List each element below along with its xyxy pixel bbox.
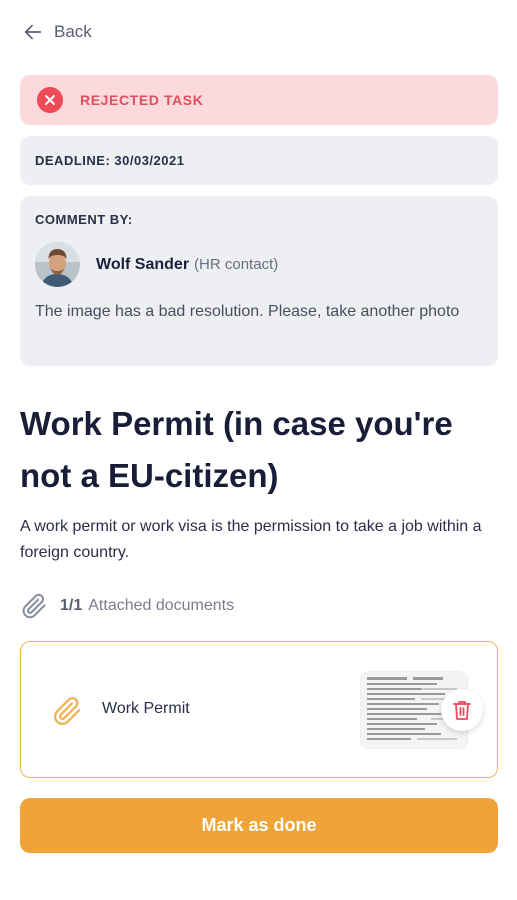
paperclip-icon bbox=[53, 697, 81, 725]
back-button[interactable]: Back bbox=[22, 18, 92, 46]
delete-document-button[interactable] bbox=[441, 689, 483, 731]
page-title: Work Permit (in case you're not a EU-cit… bbox=[20, 405, 453, 494]
rejected-status-banner: REJECTED TASK bbox=[20, 75, 498, 125]
author-role: (HR contact) bbox=[194, 256, 279, 273]
back-label: Back bbox=[54, 22, 92, 41]
attached-count: 1/1 bbox=[60, 597, 83, 614]
mark-as-done-button[interactable]: Mark as done bbox=[20, 798, 498, 853]
avatar bbox=[35, 242, 80, 287]
author-name: Wolf Sander bbox=[96, 255, 190, 273]
attached-document-item[interactable]: Work Permit bbox=[20, 641, 498, 778]
close-icon bbox=[37, 87, 63, 113]
document-name: Work Permit bbox=[102, 700, 190, 717]
task-description: A work permit or work visa is the permis… bbox=[20, 518, 482, 561]
arrow-left-icon bbox=[24, 24, 42, 40]
status-label: REJECTED TASK bbox=[80, 92, 204, 108]
attached-documents-summary: 1/1 Attached documents bbox=[20, 593, 234, 619]
deadline-text: DEADLINE: 30/03/2021 bbox=[35, 153, 185, 168]
paperclip-icon bbox=[22, 593, 46, 619]
comment-heading: COMMENT BY: bbox=[35, 212, 133, 227]
attached-label: Attached documents bbox=[88, 597, 235, 614]
comment-author: Wolf Sander (HR contact) bbox=[35, 242, 483, 287]
comment-text: The image has a bad resolution. Please, … bbox=[35, 303, 460, 320]
trash-icon bbox=[453, 701, 471, 720]
comment-card: COMMENT BY: Wolf Sander (HR contact) The… bbox=[20, 196, 498, 366]
deadline-card: DEADLINE: 30/03/2021 bbox=[20, 136, 498, 185]
